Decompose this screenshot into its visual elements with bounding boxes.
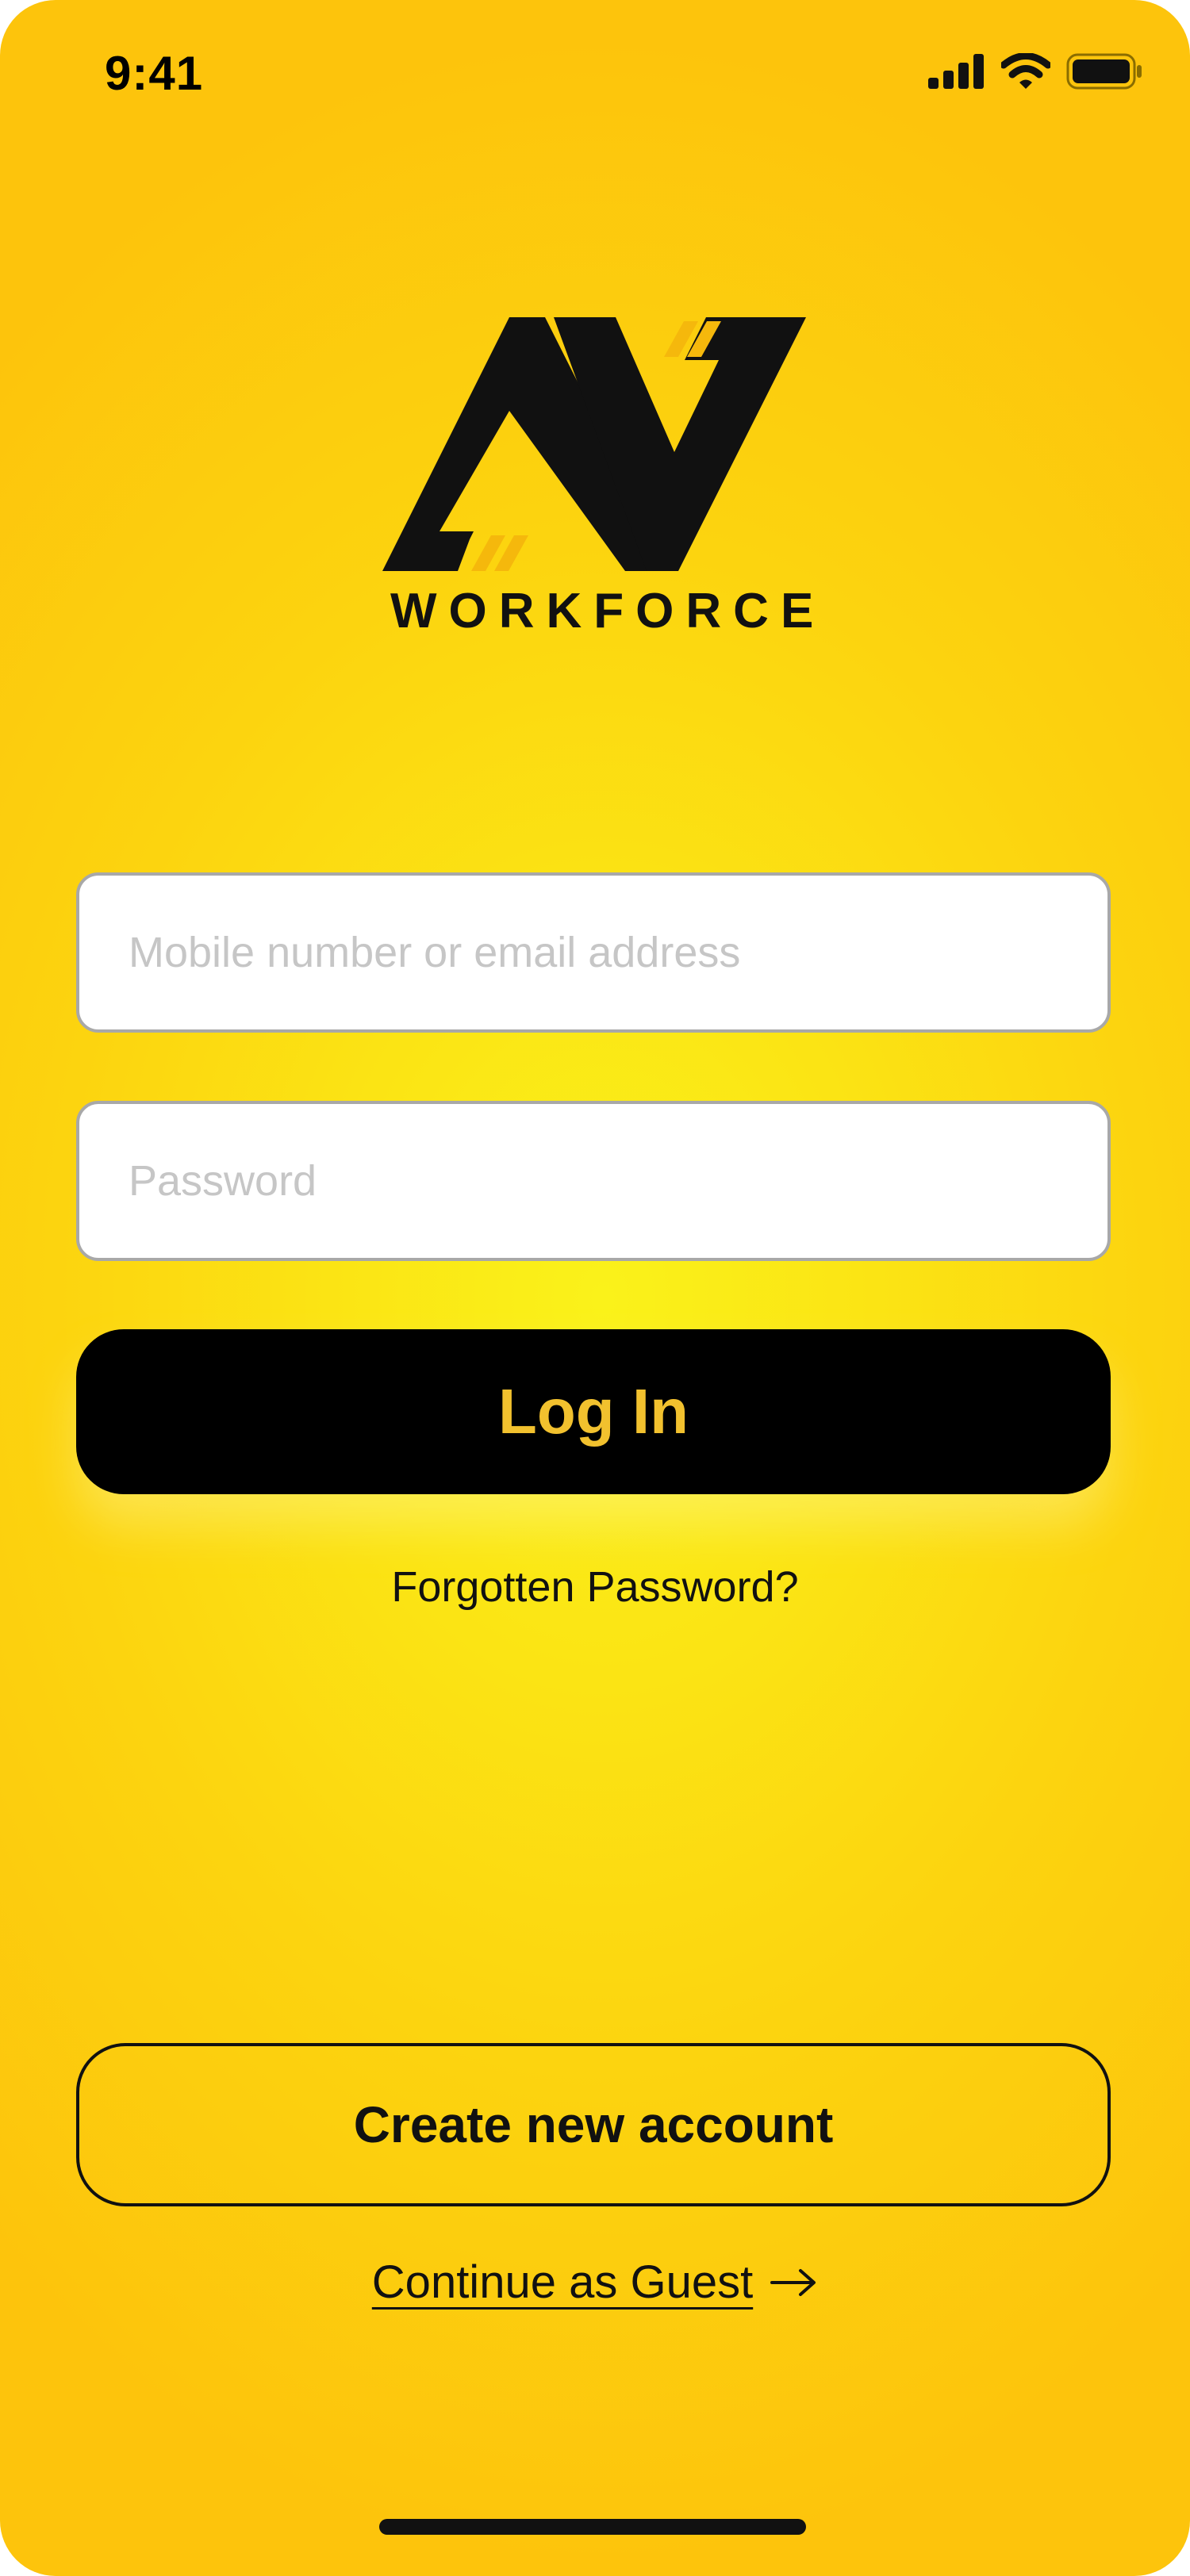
password-field-container: [76, 1101, 1111, 1261]
login-screen: 9:41 WORKFORCE Mobile number or email ad…: [0, 0, 1190, 2576]
identifier-input[interactable]: [79, 876, 1107, 1029]
wifi-icon: [1001, 53, 1050, 89]
status-time: 9:41: [105, 47, 204, 100]
identifier-field-container: [76, 872, 1111, 1033]
continue-as-guest-link[interactable]: Continue as Guest: [0, 2256, 1190, 2309]
home-indicator[interactable]: [379, 2519, 806, 2535]
arrow-right-icon: [770, 2268, 816, 2296]
guest-label: Continue as Guest: [371, 2256, 754, 2308]
av-monogram-logo: [382, 317, 806, 571]
password-input[interactable]: [79, 1104, 1107, 1258]
create-account-button[interactable]: Create new account: [76, 2043, 1111, 2206]
forgot-password-link[interactable]: Forgotten Password?: [0, 1562, 1190, 1612]
login-button[interactable]: Log In: [76, 1329, 1111, 1494]
signal-icon: [928, 54, 984, 89]
create-account-label: Create new account: [353, 2096, 834, 2153]
login-button-label: Log In: [498, 1376, 689, 1447]
brand-name: WORKFORCE: [390, 584, 826, 638]
battery-icon: [1066, 53, 1142, 90]
status-icons: [928, 52, 1142, 90]
brand-logo: WORKFORCE: [382, 317, 826, 642]
